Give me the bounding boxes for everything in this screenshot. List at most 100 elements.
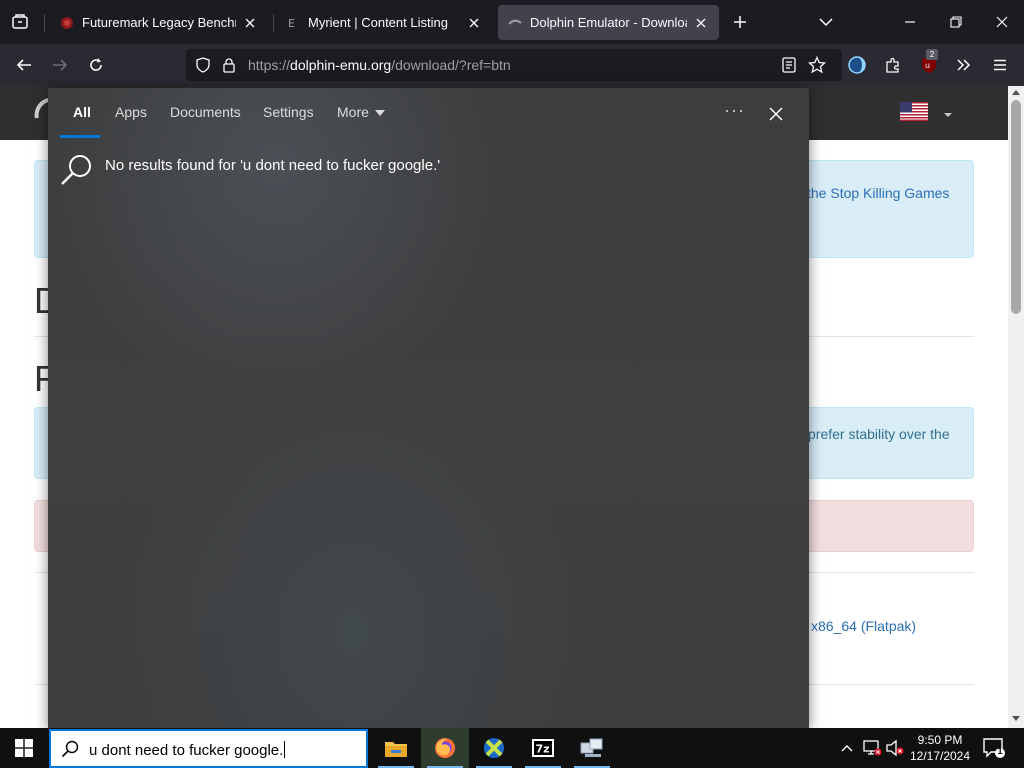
scroll-up-icon[interactable]	[1012, 90, 1020, 95]
7zip-icon: 7z	[532, 739, 554, 757]
chevron-down-icon	[374, 110, 385, 117]
navigation-toolbar: https://dolphin-emu.org/download/?ref=bt…	[0, 44, 1024, 86]
us-flag-icon[interactable]	[900, 102, 928, 121]
bookmark-star-icon[interactable]	[808, 56, 826, 74]
firefox-icon	[435, 738, 455, 758]
search-icon	[61, 155, 91, 185]
no-results-message: No results found for 'u dont need to fuc…	[105, 157, 441, 174]
tab-dolphin-download[interactable]: Dolphin Emulator - Download	[498, 5, 719, 40]
tab-title: Futuremark Legacy Benchmark	[82, 15, 236, 30]
ublock-badge: 2	[926, 49, 938, 60]
search-tab-apps[interactable]: Apps	[115, 104, 147, 120]
taskbar-search-box[interactable]: u dont need to fucker google.	[49, 729, 368, 768]
tab-close-icon[interactable]	[242, 15, 258, 31]
tab-title: Myrient | Content Listing	[308, 15, 448, 30]
puzzle-icon	[886, 57, 899, 73]
futuremark-favicon-icon	[60, 16, 74, 30]
forward-button[interactable]	[45, 50, 75, 80]
start-button[interactable]	[0, 728, 48, 768]
restore-button[interactable]	[936, 6, 976, 38]
firefox-view-icon	[12, 14, 28, 29]
hamburger-icon	[994, 59, 1006, 71]
search-tab-documents[interactable]: Documents	[170, 104, 241, 120]
show-hidden-icons-button[interactable]	[836, 728, 858, 768]
network-status-button[interactable]	[860, 728, 884, 768]
reload-button[interactable]	[81, 50, 111, 80]
reload-icon	[90, 58, 102, 71]
svg-text:E: E	[288, 17, 295, 30]
reader-view-icon[interactable]	[780, 56, 798, 74]
active-tab-indicator	[60, 135, 100, 138]
alert-text: prefer stability over the	[808, 426, 950, 442]
close-icon	[769, 107, 783, 121]
clock-date: 12/17/2024	[909, 749, 971, 763]
tab-close-icon[interactable]	[466, 15, 482, 31]
tab-separator	[273, 14, 274, 32]
search-query-input[interactable]: u dont need to fucker google.	[89, 741, 285, 759]
page-scrollbar[interactable]	[1008, 86, 1024, 728]
minimize-icon	[905, 21, 915, 23]
close-search-button[interactable]	[764, 102, 788, 126]
taskbar-7zip[interactable]: 7z	[519, 728, 567, 768]
tab-close-icon[interactable]	[693, 15, 709, 31]
more-label: More	[337, 104, 369, 120]
screen: Futuremark Legacy Benchmark E Myrient | …	[0, 0, 1024, 768]
more-tools-button[interactable]	[949, 50, 979, 80]
tab-title: Dolphin Emulator - Download	[530, 15, 687, 30]
flatpak-download-link[interactable]: x86_64 (Flatpak)	[811, 618, 916, 634]
tracking-protection-shield-icon[interactable]	[194, 56, 212, 74]
language-caret-icon[interactable]	[944, 113, 952, 117]
tab-separator	[44, 14, 45, 32]
notification-count: 1	[997, 746, 1003, 756]
taskbar-firefox[interactable]	[421, 728, 469, 768]
clock-time: 9:50 PM	[917, 733, 963, 747]
taskbar-network-app[interactable]	[568, 728, 616, 768]
network-disconnected-icon	[863, 740, 882, 756]
svg-text:u: u	[925, 61, 930, 70]
myrient-favicon-icon: E	[286, 16, 300, 30]
double-chevron-right-icon	[957, 59, 971, 71]
xenia-icon	[484, 738, 504, 758]
lock-icon[interactable]	[220, 56, 238, 74]
more-options-icon[interactable]: ···	[724, 100, 745, 121]
scrollbar-thumb[interactable]	[1011, 100, 1021, 314]
url-domain: dolphin-emu.org	[290, 57, 392, 73]
url-path: /download/?ref=btn	[391, 57, 511, 73]
scroll-down-icon[interactable]	[1012, 716, 1020, 721]
search-icon	[61, 740, 79, 758]
dolphin-favicon-icon	[508, 16, 522, 30]
system-clock[interactable]: 9:50 PM 12/17/2024	[906, 732, 974, 764]
extension-moon-icon	[848, 56, 866, 74]
taskbar-xenia[interactable]	[470, 728, 518, 768]
action-center-button[interactable]: 1	[982, 736, 1006, 760]
network-computers-icon	[580, 738, 603, 757]
url-prefix: https://	[248, 57, 291, 73]
search-tab-more[interactable]: More	[337, 104, 385, 120]
arrow-right-icon	[53, 59, 68, 71]
app-menu-button[interactable]	[985, 50, 1015, 80]
chevron-down-icon	[819, 18, 833, 27]
chevron-up-icon	[841, 745, 853, 752]
close-window-button[interactable]	[982, 6, 1022, 38]
minimize-button[interactable]	[890, 6, 930, 38]
search-tab-settings[interactable]: Settings	[263, 104, 314, 120]
volume-button[interactable]	[884, 728, 906, 768]
new-tab-button[interactable]	[728, 10, 752, 34]
volume-muted-icon	[886, 739, 904, 757]
plus-icon	[734, 16, 746, 28]
search-tab-all[interactable]: All	[73, 104, 91, 120]
address-bar[interactable]: https://dolphin-emu.org/download/?ref=bt…	[186, 49, 842, 81]
tab-futuremark[interactable]: Futuremark Legacy Benchmark	[50, 5, 268, 40]
stop-killing-games-link[interactable]: the Stop Killing Games	[807, 185, 949, 201]
back-button[interactable]	[9, 50, 39, 80]
firefox-view-button[interactable]	[4, 6, 36, 38]
url-text[interactable]: https://dolphin-emu.org/download/?ref=bt…	[248, 57, 511, 73]
windows-search-panel: All Apps Documents Settings More ··· No …	[48, 88, 809, 730]
extension-button-1[interactable]	[842, 50, 872, 80]
restore-icon	[950, 16, 962, 28]
list-all-tabs-button[interactable]	[814, 10, 838, 34]
tab-myrient[interactable]: E Myrient | Content Listing	[276, 5, 492, 40]
folder-icon	[385, 742, 407, 757]
taskbar-file-explorer[interactable]	[372, 728, 420, 768]
extensions-button[interactable]	[878, 50, 908, 80]
